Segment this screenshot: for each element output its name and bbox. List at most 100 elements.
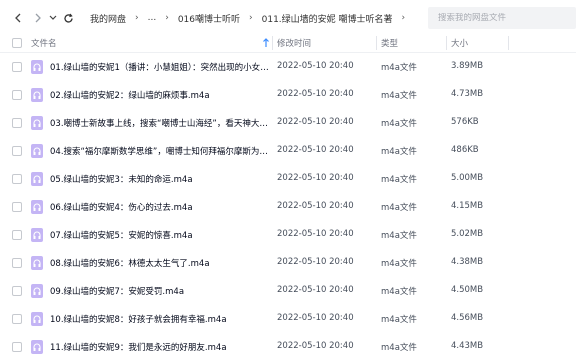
breadcrumb: 我的网盘 › ... › 016嘲博士听听 › 011.绿山墙的安妮 嘲博士听名… <box>90 11 414 25</box>
breadcrumb-separator-icon: › <box>249 13 253 23</box>
sort-ascending-icon[interactable] <box>262 38 270 48</box>
file-size: 486KB <box>451 145 479 155</box>
file-row[interactable]: 10.绿山墙的安妮8：好孩子就会拥有幸福.m4a 2022-05-10 20:4… <box>0 305 576 333</box>
file-modified-time: 2022-05-10 20:40 <box>277 61 354 71</box>
row-checkbox[interactable] <box>12 314 22 324</box>
column-header-type[interactable]: 类型 <box>381 37 398 49</box>
file-type: m4a文件 <box>381 343 417 353</box>
breadcrumb-item[interactable]: ... <box>148 13 157 23</box>
file-type: m4a文件 <box>381 287 417 297</box>
file-row[interactable]: 01.绿山墙的安妮1（播讲：小慧姐姐）：突然出现的小女孩.m4a 2022-05… <box>0 53 576 81</box>
file-name[interactable]: 01.绿山墙的安妮1（播讲：小慧姐姐）：突然出现的小女孩.m4a <box>50 61 272 73</box>
file-modified-time: 2022-05-10 20:40 <box>277 313 354 323</box>
file-row[interactable]: 08.绿山墙的安妮6：林德太太生气了.m4a 2022-05-10 20:40 … <box>0 249 576 277</box>
chevron-left-icon <box>15 13 21 23</box>
breadcrumb-separator-icon: › <box>135 13 139 23</box>
file-type: m4a文件 <box>381 315 417 325</box>
breadcrumb-separator-icon: › <box>401 13 406 23</box>
forward-button[interactable] <box>30 10 46 26</box>
file-row[interactable]: 04.搜索“福尔摩斯数学思维”，嘲博士知何拜福尔摩斯为师.m4a 2022-05… <box>0 137 576 165</box>
file-type: m4a文件 <box>381 119 417 129</box>
file-modified-time: 2022-05-10 20:40 <box>277 173 354 183</box>
audio-file-icon <box>31 228 43 242</box>
file-list-header: 文件名 修改时间 类型 大小 <box>0 33 576 53</box>
back-button[interactable] <box>10 10 26 26</box>
file-type: m4a文件 <box>381 63 417 73</box>
column-divider[interactable] <box>446 36 447 50</box>
row-checkbox[interactable] <box>12 286 22 296</box>
row-checkbox[interactable] <box>12 62 22 72</box>
file-row[interactable]: 09.绿山墙的安妮7：安妮受罚.m4a 2022-05-10 20:40 m4a… <box>0 277 576 305</box>
file-modified-time: 2022-05-10 20:40 <box>277 257 354 267</box>
column-header-modified[interactable]: 修改时间 <box>277 37 311 49</box>
file-type: m4a文件 <box>381 175 417 185</box>
file-row[interactable]: 02.绿山墙的安妮2：绿山墙的麻烦事.m4a 2022-05-10 20:40 … <box>0 81 576 109</box>
file-size: 3.89MB <box>451 61 484 71</box>
file-size: 4.43MB <box>451 341 484 351</box>
column-divider[interactable] <box>376 36 377 50</box>
file-name[interactable]: 06.绿山墙的安妮4：伤心的过去.m4a <box>50 201 272 213</box>
row-checkbox[interactable] <box>12 146 22 156</box>
file-type: m4a文件 <box>381 91 417 101</box>
file-row[interactable]: 03.嘲博士新故事上线，搜索“嘲博士山海经”，看天神大战.m4a 2022-05… <box>0 109 576 137</box>
file-size: 4.38MB <box>451 257 484 267</box>
row-checkbox[interactable] <box>12 174 22 184</box>
breadcrumb-item[interactable]: 016嘲博士听听 <box>178 12 240 25</box>
file-name[interactable]: 04.搜索“福尔摩斯数学思维”，嘲博士知何拜福尔摩斯为师.m4a <box>50 145 272 157</box>
file-name[interactable]: 10.绿山墙的安妮8：好孩子就会拥有幸福.m4a <box>50 313 272 325</box>
column-header-size[interactable]: 大小 <box>451 37 468 49</box>
chevron-right-icon <box>35 13 41 23</box>
row-checkbox[interactable] <box>12 118 22 128</box>
file-name[interactable]: 09.绿山墙的安妮7：安妮受罚.m4a <box>50 285 272 297</box>
file-name[interactable]: 03.嘲博士新故事上线，搜索“嘲博士山海经”，看天神大战.m4a <box>50 117 272 129</box>
file-row[interactable]: 05.绿山墙的安妮3：未知的命运.m4a 2022-05-10 20:40 m4… <box>0 165 576 193</box>
column-header-name[interactable]: 文件名 <box>31 37 57 49</box>
search-input[interactable] <box>438 13 568 23</box>
file-size: 5.00MB <box>451 173 484 183</box>
refresh-icon <box>63 13 73 23</box>
file-name[interactable]: 08.绿山墙的安妮6：林德太太生气了.m4a <box>50 257 272 269</box>
file-type: m4a文件 <box>381 147 417 157</box>
breadcrumb-item[interactable]: 我的网盘 <box>90 12 126 25</box>
column-divider[interactable] <box>508 36 509 50</box>
file-size: 4.15MB <box>451 201 484 211</box>
refresh-button[interactable] <box>60 10 76 26</box>
file-modified-time: 2022-05-10 20:40 <box>277 229 354 239</box>
audio-file-icon <box>31 284 43 298</box>
file-name[interactable]: 11.绿山墙的安妮9：我们是永远的好朋友.m4a <box>50 341 272 353</box>
file-row[interactable]: 06.绿山墙的安妮4：伤心的过去.m4a 2022-05-10 20:40 m4… <box>0 193 576 221</box>
search-box[interactable] <box>428 7 576 29</box>
file-name[interactable]: 02.绿山墙的安妮2：绿山墙的麻烦事.m4a <box>50 89 272 101</box>
file-modified-time: 2022-05-10 20:40 <box>277 145 354 155</box>
chevron-down-icon <box>49 15 57 20</box>
audio-file-icon <box>31 312 43 326</box>
file-row[interactable]: 11.绿山墙的安妮9：我们是永远的好朋友.m4a 2022-05-10 20:4… <box>0 333 576 356</box>
file-name[interactable]: 05.绿山墙的安妮3：未知的命运.m4a <box>50 173 272 185</box>
file-size: 4.56MB <box>451 313 484 323</box>
file-name[interactable]: 07.绿山墙的安妮5：安妮的惊喜.m4a <box>50 229 272 241</box>
file-size: 5.02MB <box>451 229 484 239</box>
breadcrumb-separator-icon: › <box>165 13 169 23</box>
audio-file-icon <box>31 256 43 270</box>
audio-file-icon <box>31 200 43 214</box>
history-dropdown-button[interactable] <box>45 10 61 26</box>
row-checkbox[interactable] <box>12 258 22 268</box>
breadcrumb-item-current[interactable]: 011.绿山墙的安妮 嘲博士听名著 <box>262 12 393 25</box>
select-all-checkbox[interactable] <box>12 38 22 48</box>
column-divider[interactable] <box>272 36 273 50</box>
row-checkbox[interactable] <box>12 230 22 240</box>
row-checkbox[interactable] <box>12 90 22 100</box>
row-checkbox[interactable] <box>12 202 22 212</box>
file-modified-time: 2022-05-10 20:40 <box>277 117 354 127</box>
audio-file-icon <box>31 340 43 354</box>
file-type: m4a文件 <box>381 231 417 241</box>
file-row[interactable]: 07.绿山墙的安妮5：安妮的惊喜.m4a 2022-05-10 20:40 m4… <box>0 221 576 249</box>
file-size: 4.73MB <box>451 89 484 99</box>
file-size: 4.50MB <box>451 285 484 295</box>
file-type: m4a文件 <box>381 259 417 269</box>
file-modified-time: 2022-05-10 20:40 <box>277 341 354 351</box>
file-modified-time: 2022-05-10 20:40 <box>277 285 354 295</box>
audio-file-icon <box>31 144 43 158</box>
row-checkbox[interactable] <box>12 342 22 352</box>
file-type: m4a文件 <box>381 203 417 213</box>
